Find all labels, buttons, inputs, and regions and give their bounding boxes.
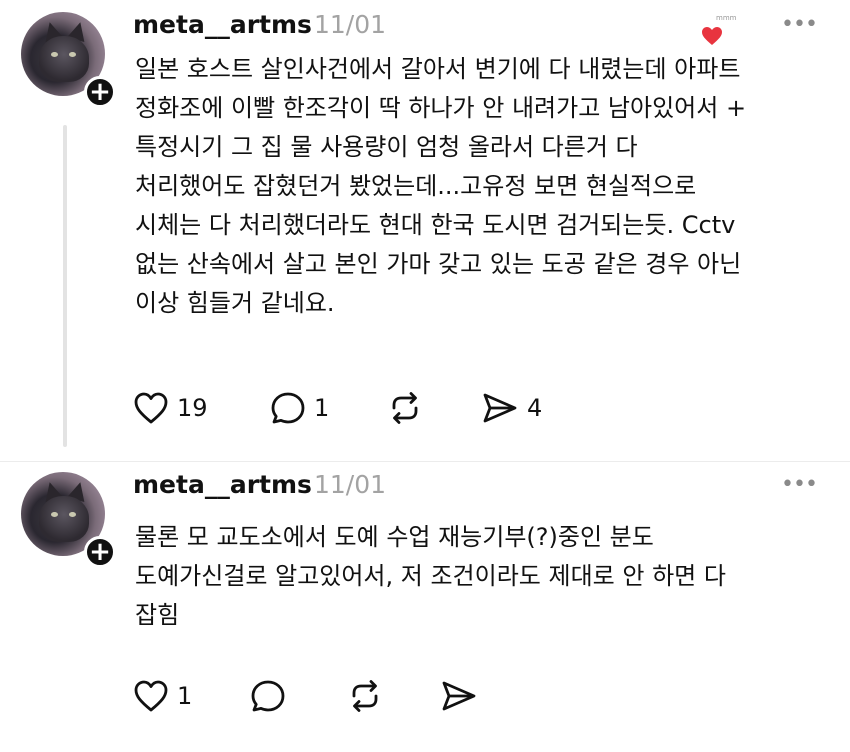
avatar-cat-face: [39, 496, 89, 542]
repost-arrows-icon: [392, 392, 418, 424]
post-actions: 19 1 4: [133, 388, 583, 428]
repost-arrows-icon: [352, 680, 378, 712]
post-body: 물론 모 교도소에서 도예 수업 재능기부(?)중인 분도 도예가신걸로 알고있…: [135, 523, 726, 629]
share-count: 4: [527, 394, 543, 422]
post-body: 일본 호스트 살인사건에서 갈아서 변기에 다 내렸는데 아파트 정화조에 이빨…: [135, 55, 747, 317]
speech-bubble-icon: [251, 680, 285, 712]
like-count: 1: [177, 682, 193, 710]
post-username[interactable]: meta__artms: [133, 470, 312, 499]
send-arrow-icon: [483, 393, 517, 423]
thread-connector-line: [63, 125, 67, 447]
follow-plus-icon[interactable]: +: [84, 536, 116, 568]
post-actions: 1: [133, 676, 493, 716]
post-date: 11/01: [314, 10, 387, 39]
share-button[interactable]: [440, 676, 478, 716]
reply-button[interactable]: [250, 676, 286, 716]
send-arrow-icon: [442, 681, 476, 711]
post-date: 11/01: [314, 470, 387, 499]
more-dots-icon[interactable]: •••: [781, 472, 818, 497]
repost-button[interactable]: [346, 676, 384, 716]
post-username[interactable]: meta__artms: [133, 10, 312, 39]
follow-plus-icon[interactable]: +: [84, 76, 116, 108]
heart-outline-icon: [134, 680, 168, 712]
avatar-cat-eye: [69, 512, 76, 517]
like-button[interactable]: 19: [133, 388, 208, 428]
reply-button[interactable]: 1: [270, 388, 329, 428]
avatar-cat-eye: [51, 52, 58, 57]
more-dots-icon[interactable]: •••: [781, 12, 818, 37]
repost-button[interactable]: [386, 388, 424, 428]
avatar-cat-face: [39, 36, 89, 82]
thread-post-1: + meta__artms 11/01 ••• 일본 호스트 살인사건에서 갈아…: [0, 0, 850, 460]
like-count: 19: [177, 394, 208, 422]
thread-post-2: + meta__artms 11/01 ••• 물론 모 교도소에서 도예 수업…: [0, 462, 850, 752]
reply-count: 1: [314, 394, 330, 422]
like-button[interactable]: 1: [133, 676, 192, 716]
share-button[interactable]: 4: [481, 388, 542, 428]
speech-bubble-icon: [271, 392, 305, 424]
avatar-cat-eye: [69, 52, 76, 57]
avatar-cat-eye: [51, 512, 58, 517]
heart-outline-icon: [134, 392, 168, 424]
